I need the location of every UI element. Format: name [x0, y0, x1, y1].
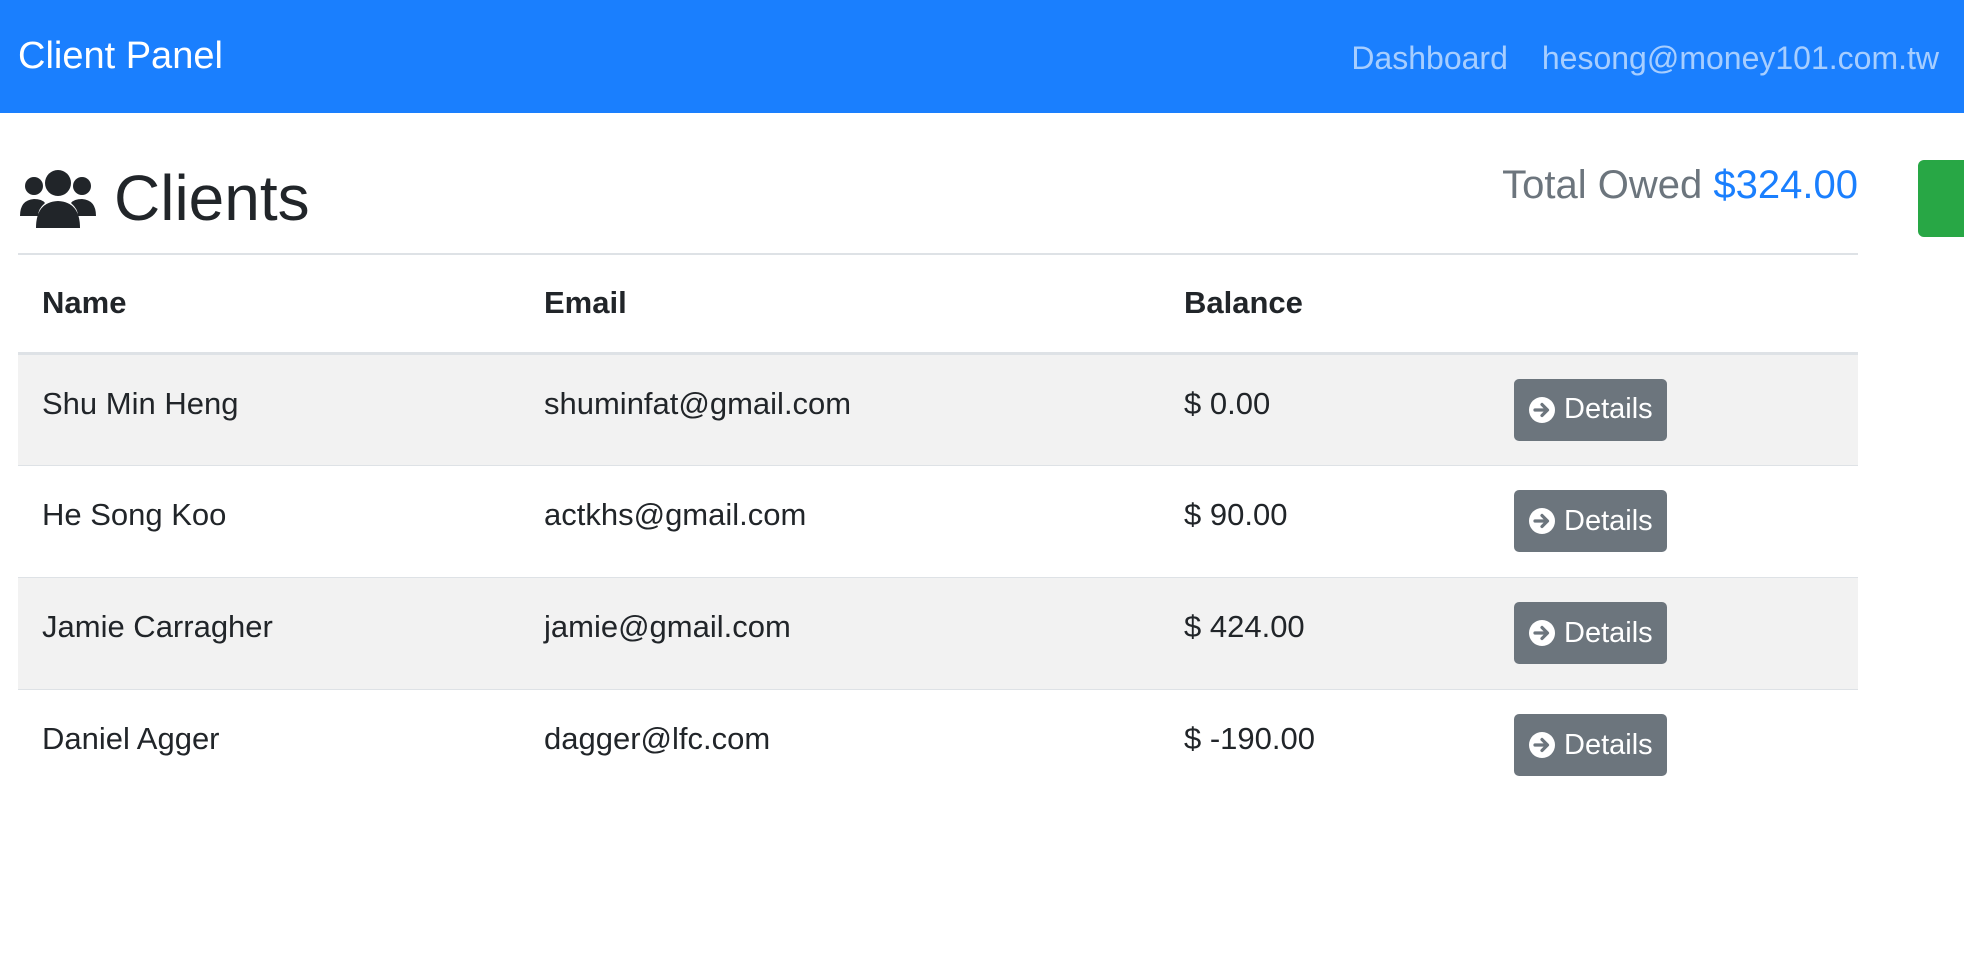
cell-name: Shu Min Heng [18, 353, 520, 465]
nav-link-user-email[interactable]: hesong@money101.com.tw [1542, 38, 1939, 78]
table-row: Jamie Carragher jamie@gmail.com $ 424.00… [18, 577, 1858, 689]
table-header-row: Name Email Balance [18, 255, 1858, 355]
cell-action: Details [1490, 689, 1858, 801]
details-button[interactable]: Details [1514, 714, 1667, 777]
client-balance: $ 424.00 [1184, 609, 1305, 644]
arrow-circle-right-icon [1529, 732, 1555, 759]
client-name: He Song Koo [42, 497, 227, 532]
nav-link-dashboard[interactable]: Dashboard [1351, 38, 1508, 78]
details-button-label: Details [1564, 616, 1653, 649]
cell-name: Daniel Agger [18, 689, 520, 801]
cell-balance: $ 424.00 [1160, 577, 1490, 689]
cell-email: shuminfat@gmail.com [520, 353, 1160, 465]
client-balance: $ 0.00 [1184, 385, 1271, 421]
add-client-button[interactable] [1918, 160, 1964, 237]
table-row: He Song Koo actkhs@gmail.com $ 90.00 Det… [18, 465, 1858, 577]
total-owed-label: Total Owed [1502, 163, 1703, 207]
total-owed-value: $324.00 [1713, 163, 1858, 207]
client-email: jamie@gmail.com [544, 609, 791, 644]
clients-table: Name Email Balance Shu Min Heng shuminfa… [18, 255, 1858, 801]
nav-links: Dashboard hesong@money101.com.tw [1351, 38, 1939, 78]
column-header-balance: Balance [1160, 255, 1490, 355]
cell-name: He Song Koo [18, 465, 520, 577]
cell-name: Jamie Carragher [18, 577, 520, 689]
client-name: Daniel Agger [42, 721, 220, 757]
client-balance: $ 90.00 [1184, 497, 1288, 532]
users-icon [20, 170, 96, 228]
client-email: dagger@lfc.com [544, 721, 771, 757]
cell-email: dagger@lfc.com [520, 689, 1160, 801]
details-button-label: Details [1564, 393, 1653, 425]
client-name: Jamie Carragher [42, 609, 273, 644]
client-email: shuminfat@gmail.com [544, 385, 852, 421]
column-header-email: Email [520, 255, 1160, 355]
details-button[interactable]: Details [1514, 378, 1667, 441]
table-row: Shu Min Heng shuminfat@gmail.com $ 0.00 … [18, 353, 1858, 465]
column-header-action [1490, 255, 1858, 355]
client-email: actkhs@gmail.com [544, 497, 807, 532]
details-button-label: Details [1564, 728, 1653, 761]
table-row: Daniel Agger dagger@lfc.com $ -190.00 De… [18, 689, 1858, 801]
column-header-name: Name [18, 255, 520, 355]
cell-email: jamie@gmail.com [520, 577, 1160, 689]
cell-balance: $ 90.00 [1160, 465, 1490, 577]
cell-action: Details [1490, 353, 1858, 465]
cell-email: actkhs@gmail.com [520, 465, 1160, 577]
details-button-label: Details [1564, 504, 1653, 537]
brand-link[interactable]: Client Panel [18, 34, 223, 78]
details-button[interactable]: Details [1514, 602, 1667, 664]
page-header: Clients [18, 158, 310, 238]
total-owed: Total Owed $324.00 [1502, 160, 1858, 210]
client-name: Shu Min Heng [42, 385, 239, 421]
arrow-circle-right-icon [1529, 508, 1555, 534]
client-balance: $ -190.00 [1184, 721, 1315, 757]
clients-table-container: Name Email Balance Shu Min Heng shuminfa… [18, 253, 1858, 801]
page-title: Clients [114, 162, 310, 234]
cell-action: Details [1490, 465, 1858, 577]
navbar: Client Panel Dashboard hesong@money101.c… [0, 0, 1964, 113]
cell-balance: $ 0.00 [1160, 353, 1490, 465]
arrow-circle-right-icon [1529, 620, 1555, 646]
cell-action: Details [1490, 577, 1858, 689]
cell-balance: $ -190.00 [1160, 689, 1490, 801]
details-button[interactable]: Details [1514, 490, 1667, 552]
arrow-circle-right-icon [1529, 396, 1555, 423]
